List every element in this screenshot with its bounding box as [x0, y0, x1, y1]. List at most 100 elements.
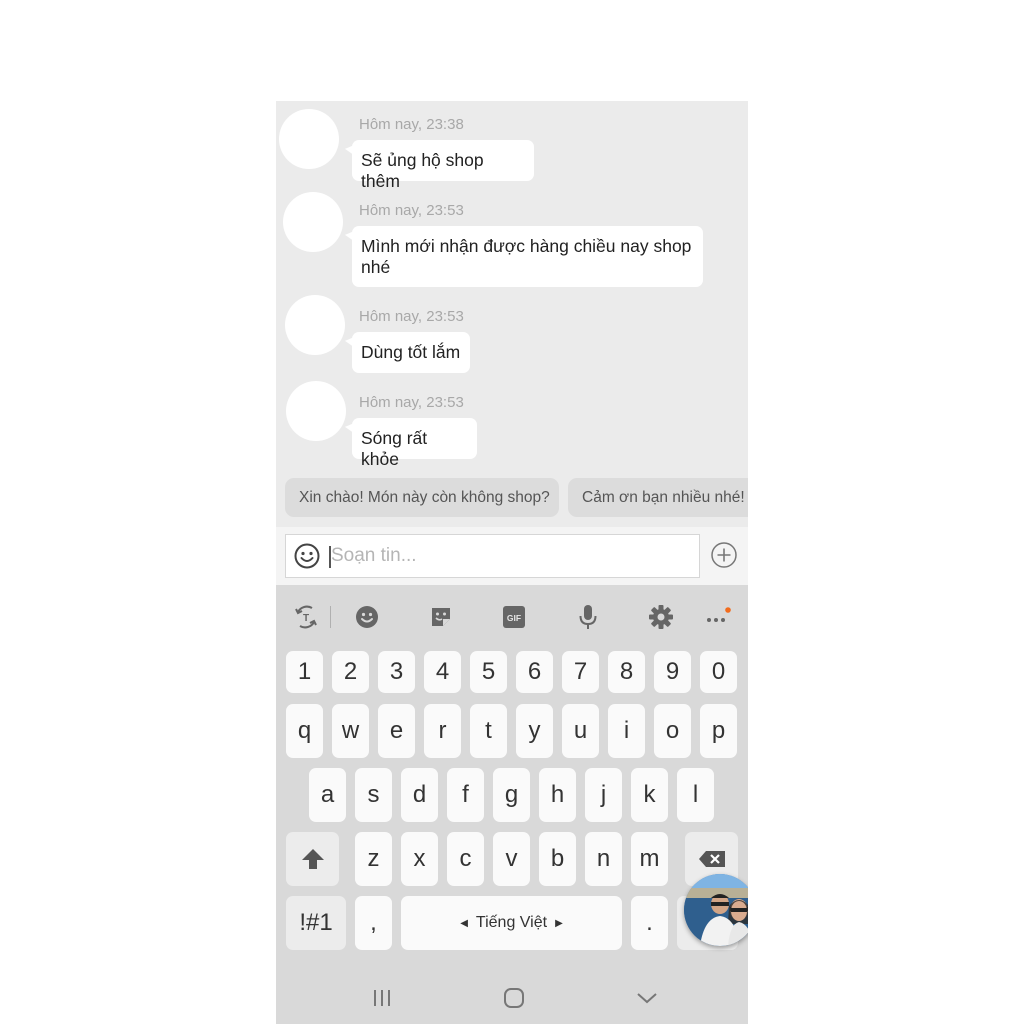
chevron-right-icon: ▶: [555, 917, 563, 929]
key-d[interactable]: d: [401, 768, 438, 822]
key-label: o: [665, 717, 680, 744]
key-x[interactable]: x: [401, 832, 438, 886]
shift-arrow-icon: [301, 849, 324, 869]
emoji-icon[interactable]: [353, 603, 381, 631]
key-z[interactable]: z: [355, 832, 392, 886]
key-label: y: [528, 717, 541, 744]
key-label: l: [692, 781, 699, 808]
key-f[interactable]: f: [447, 768, 484, 822]
avatar[interactable]: [285, 295, 345, 355]
backspace-icon: [698, 851, 725, 867]
key-6[interactable]: 6: [516, 651, 553, 693]
key-label: a: [320, 781, 335, 808]
key-label: m: [639, 845, 660, 872]
hide-keyboard-icon[interactable]: [636, 990, 658, 1006]
key-h[interactable]: h: [539, 768, 576, 822]
key-label: 9: [665, 658, 680, 685]
key-1[interactable]: 1: [286, 651, 323, 693]
key-i[interactable]: i: [608, 704, 645, 758]
key-0[interactable]: 0: [700, 651, 737, 693]
key-r[interactable]: r: [424, 704, 461, 758]
svg-text:T: T: [303, 613, 309, 624]
plus-circle-icon[interactable]: [711, 542, 737, 568]
key-8[interactable]: 8: [608, 651, 645, 693]
avatar[interactable]: [279, 109, 339, 169]
key-g[interactable]: g: [493, 768, 530, 822]
key-label: 2: [343, 658, 358, 685]
key-5[interactable]: 5: [470, 651, 507, 693]
message-bubble: Sóng rất khỏe: [352, 418, 477, 469]
message-composer: Soạn tin...: [276, 527, 748, 585]
key-t[interactable]: t: [470, 704, 507, 758]
key-c[interactable]: c: [447, 832, 484, 886]
floating-chat-head-avatar[interactable]: [684, 874, 748, 946]
message-timestamp: Hôm nay, 23:53: [359, 202, 464, 219]
key-2[interactable]: 2: [332, 651, 369, 693]
key-j[interactable]: j: [585, 768, 622, 822]
home-icon[interactable]: [503, 987, 525, 1009]
avatar[interactable]: [283, 192, 343, 252]
key-label: u: [573, 717, 588, 744]
message-input-placeholder: Soạn tin...: [331, 545, 417, 566]
space-key[interactable]: ◀ Tiếng Việt ▶: [401, 896, 622, 950]
key-a[interactable]: a: [309, 768, 346, 822]
toolbar-divider: [330, 606, 331, 628]
key-label: 8: [619, 658, 634, 685]
microphone-icon[interactable]: [574, 603, 602, 631]
key-w[interactable]: w: [332, 704, 369, 758]
key-9[interactable]: 9: [654, 651, 691, 693]
key-label: h: [550, 781, 565, 808]
chevron-left-icon: ◀: [460, 917, 468, 929]
quick-reply-chip[interactable]: Xin chào! Món này còn không shop?: [285, 478, 559, 517]
key-b[interactable]: b: [539, 832, 576, 886]
key-o[interactable]: o: [654, 704, 691, 758]
key-label: q: [297, 717, 312, 744]
key-label: 0: [711, 658, 726, 685]
key-u[interactable]: u: [562, 704, 599, 758]
smiley-outline-icon[interactable]: [294, 543, 320, 569]
key-label: 6: [527, 658, 542, 685]
key-label: b: [550, 845, 565, 872]
key-label: k: [643, 781, 656, 808]
key-label: 3: [389, 658, 404, 685]
message-input[interactable]: Soạn tin...: [285, 534, 700, 578]
quick-reply-chip[interactable]: Cảm ơn bạn nhiều nhé!: [568, 478, 748, 517]
key-label: e: [389, 717, 404, 744]
more-icon[interactable]: [703, 603, 731, 631]
key-3[interactable]: 3: [378, 651, 415, 693]
notification-dot: [725, 607, 731, 613]
recent-apps-icon[interactable]: [372, 988, 392, 1008]
shift-key[interactable]: [286, 832, 339, 886]
key-label: v: [505, 845, 518, 872]
key-l[interactable]: l: [677, 768, 714, 822]
key-k[interactable]: k: [631, 768, 668, 822]
key-e[interactable]: e: [378, 704, 415, 758]
message-list[interactable]: Hôm nay, 23:38 Sẽ ủng hộ shop thêm Hôm n…: [276, 101, 748, 527]
avatar[interactable]: [286, 381, 346, 441]
key-label: 5: [481, 658, 496, 685]
key-label: .: [646, 909, 653, 936]
key-7[interactable]: 7: [562, 651, 599, 693]
key-label: 7: [573, 658, 588, 685]
key-label: z: [367, 845, 380, 872]
gif-icon[interactable]: GIF: [500, 603, 528, 631]
key-m[interactable]: m: [631, 832, 668, 886]
key-label: i: [623, 717, 630, 744]
key-y[interactable]: y: [516, 704, 553, 758]
key-label: n: [596, 845, 611, 872]
key-label: !#1: [299, 909, 333, 936]
symbols-key[interactable]: !#1: [286, 896, 346, 950]
key-q[interactable]: q: [286, 704, 323, 758]
keyboard-toolbar: T GIF: [276, 585, 748, 645]
key-n[interactable]: n: [585, 832, 622, 886]
key-4[interactable]: 4: [424, 651, 461, 693]
key-p[interactable]: p: [700, 704, 737, 758]
settings-icon[interactable]: [647, 603, 675, 631]
key-s[interactable]: s: [355, 768, 392, 822]
translate-icon[interactable]: T: [292, 603, 320, 631]
key-label: f: [462, 781, 469, 808]
key-v[interactable]: v: [493, 832, 530, 886]
period-key[interactable]: .: [631, 896, 668, 950]
sticker-icon[interactable]: [427, 603, 455, 631]
comma-key[interactable]: ,: [355, 896, 392, 950]
